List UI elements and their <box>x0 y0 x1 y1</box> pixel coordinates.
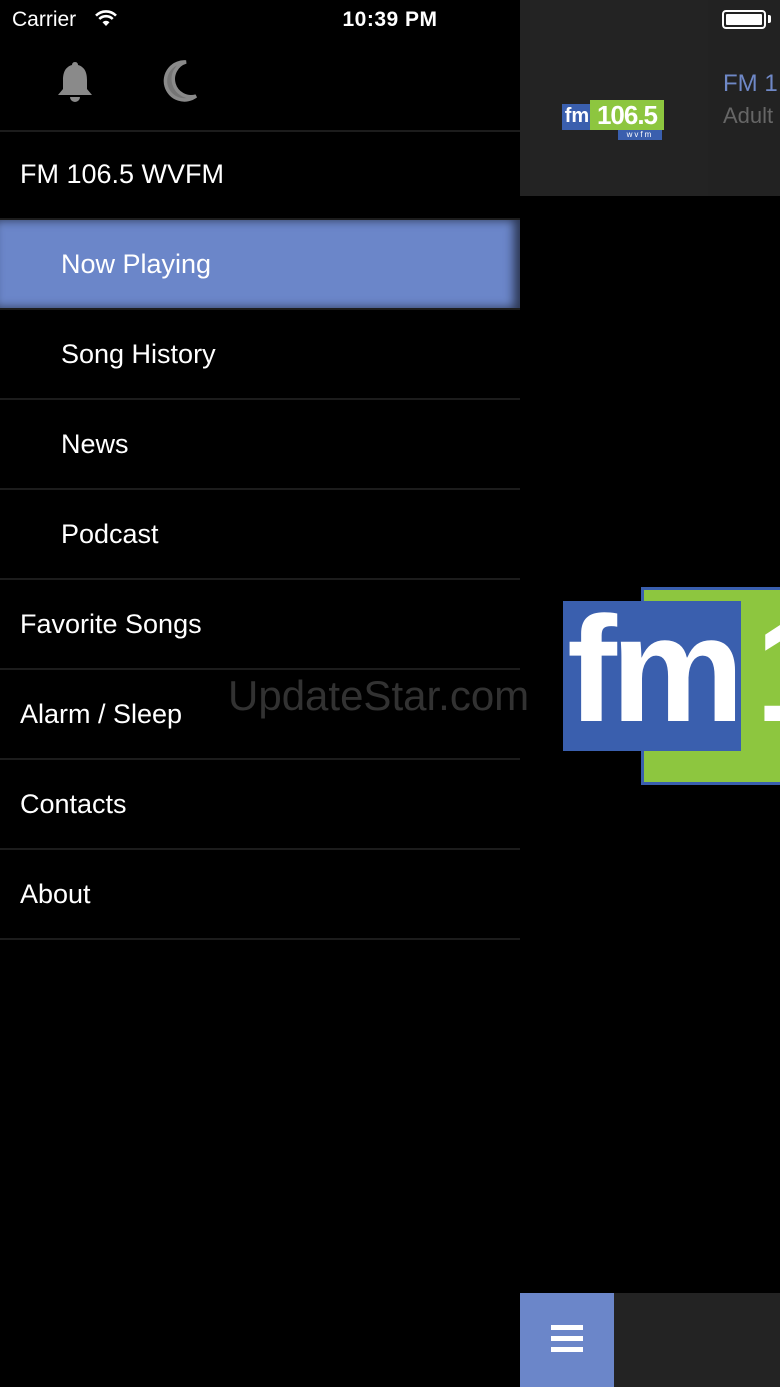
station-title: FM 1 <box>723 70 778 97</box>
status-bar: Carrier 10:39 PM <box>0 0 780 40</box>
menu-item-label: FM 106.5 WVFM <box>20 158 225 189</box>
bell-icon[interactable] <box>56 60 94 109</box>
menu-toggle-button[interactable] <box>520 1293 614 1387</box>
menu-item-label: Favorite Songs <box>20 608 202 639</box>
menu-item-song-history[interactable]: Song History <box>0 310 520 400</box>
menu-item-label: Alarm / Sleep <box>20 698 183 729</box>
menu-item-label: News <box>61 428 129 459</box>
bottom-toolbar <box>614 1293 780 1387</box>
menu-item-station[interactable]: FM 106.5 WVFM <box>0 130 520 220</box>
watermark: UpdateStar.com <box>228 672 530 719</box>
menu-item-label: About <box>20 878 91 909</box>
battery-icon <box>722 10 766 29</box>
station-subtitle: Adult <box>723 103 774 128</box>
moon-icon[interactable] <box>162 60 198 107</box>
drawer-menu: FM 106.5 WVFM Now Playing Song History N… <box>0 130 520 940</box>
hamburger-icon <box>551 1325 583 1358</box>
menu-item-now-playing[interactable]: Now Playing <box>0 220 520 310</box>
drawer-icon-row <box>0 40 520 132</box>
menu-item-news[interactable]: News <box>0 400 520 490</box>
station-logo-large: fm 1 <box>563 584 780 785</box>
menu-item-about[interactable]: About <box>0 850 520 940</box>
menu-item-label: Podcast <box>61 518 159 549</box>
station-logo-small: fm 106.5 wvfm <box>562 100 666 142</box>
menu-item-label: Song History <box>61 338 216 369</box>
status-time: 10:39 PM <box>342 8 438 31</box>
menu-item-podcast[interactable]: Podcast <box>0 490 520 580</box>
menu-item-label: Contacts <box>20 788 127 819</box>
main-content: fm 106.5 wvfm FM 1 Adult fm 1 <box>520 0 780 1387</box>
menu-item-contacts[interactable]: Contacts <box>0 760 520 850</box>
menu-item-label: Now Playing <box>61 248 212 279</box>
battery-nub <box>768 15 771 23</box>
menu-item-favorite-songs[interactable]: Favorite Songs <box>0 580 520 670</box>
